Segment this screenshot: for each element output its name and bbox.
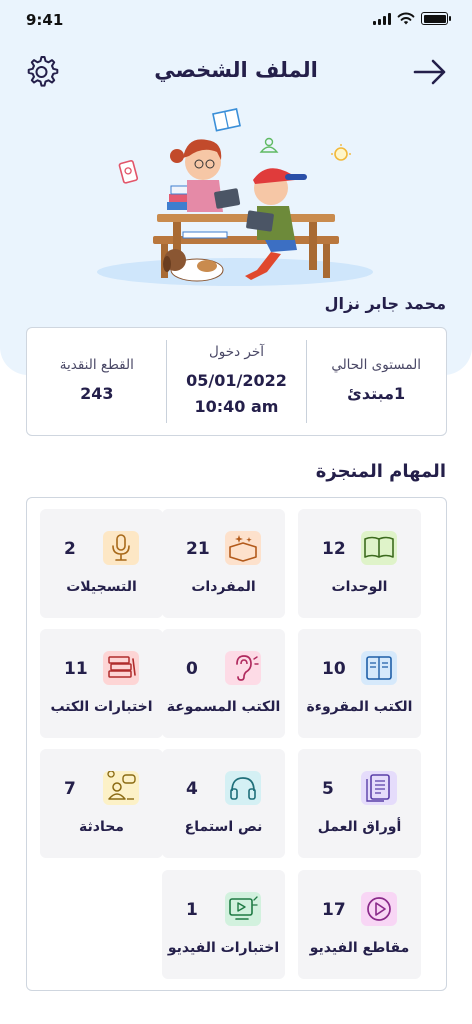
task-count: 1 <box>186 900 198 920</box>
worksheet-icon <box>361 771 397 805</box>
task-label: اختبارات الكتب <box>50 699 153 715</box>
task-label: نص استماع <box>184 819 263 835</box>
book-stars-icon <box>225 531 261 565</box>
section-title-tasks: المهام المنجزة <box>315 461 446 482</box>
status-time: 9:41 <box>26 11 64 29</box>
task-count: 10 <box>322 659 346 679</box>
tasks-card: 12 الوحدات 21 المفردات 2 التسجيلات 10 الكتب الم… <box>26 497 447 991</box>
stat-value: 1مبتدئ <box>347 383 406 403</box>
open-book-icon <box>361 531 397 565</box>
stat-label: آخر دخول <box>209 343 264 360</box>
task-label: الوحدات <box>331 579 388 595</box>
task-tile[interactable]: 11 اختبارات الكتب <box>40 629 163 738</box>
task-count: 11 <box>64 659 88 679</box>
task-label: أوراق العمل <box>317 819 402 835</box>
task-tile[interactable]: 5 أوراق العمل <box>298 749 421 858</box>
header: الملف الشخصي <box>0 50 472 94</box>
arrow-right-icon <box>413 59 446 85</box>
task-label: محادثة <box>79 819 124 835</box>
task-tile[interactable]: 10 الكتب المقروءة <box>298 629 421 738</box>
task-tile[interactable]: 21 المفردات <box>162 509 285 618</box>
task-label: الكتب المقروءة <box>306 699 413 715</box>
task-count: 0 <box>186 659 198 679</box>
task-label: المفردات <box>191 579 256 595</box>
play-circle-icon <box>361 892 397 926</box>
books-stack-icon <box>103 651 139 685</box>
task-count: 7 <box>64 779 76 799</box>
status-bar: 9:41 <box>0 0 472 42</box>
task-tile[interactable]: 4 نص استماع <box>162 749 285 858</box>
chat-people-icon <box>103 771 139 805</box>
stat-current-level: المستوى الحالي 1مبتدئ <box>306 328 446 435</box>
task-tile[interactable]: 12 الوحدات <box>298 509 421 618</box>
task-count: 5 <box>322 779 334 799</box>
task-tile[interactable]: 2 التسجيلات <box>40 509 163 618</box>
task-tile[interactable]: 7 محادثة <box>40 749 163 858</box>
stat-coins: القطع النقدية 243 <box>27 328 167 435</box>
stat-label: القطع النقدية <box>59 356 134 373</box>
task-count: 21 <box>186 539 210 559</box>
task-tile[interactable]: 1 اختبارات الفيديو <box>162 870 285 979</box>
page-title: الملف الشخصي <box>154 58 318 82</box>
task-label: التسجيلات <box>66 579 137 595</box>
task-label: الكتب المسموعة <box>166 699 281 715</box>
kids-reading-illustration <box>97 108 373 286</box>
back-button[interactable] <box>412 55 448 89</box>
battery-icon <box>421 12 451 25</box>
task-tile[interactable]: 17 مقاطع الفيديو <box>298 870 421 979</box>
stat-value: 05/01/2022 10:40 am <box>186 370 287 416</box>
cellular-signal-icon <box>373 12 391 25</box>
ear-icon <box>225 651 261 685</box>
stats-card: المستوى الحالي 1مبتدئ آخر دخول 05/01/202… <box>26 327 447 436</box>
user-name: محمد جابر نزال <box>324 294 446 313</box>
wifi-icon <box>397 12 415 25</box>
task-label: اختبارات الفيديو <box>167 940 280 956</box>
task-tile[interactable]: 0 الكتب المسموعة <box>162 629 285 738</box>
stat-value: 243 <box>80 383 114 403</box>
task-count: 12 <box>322 539 346 559</box>
stat-last-login: آخر دخول 05/01/2022 10:40 am <box>167 328 307 435</box>
stat-label: المستوى الحالي <box>331 356 421 373</box>
reading-book-icon <box>361 651 397 685</box>
task-count: 2 <box>64 539 76 559</box>
headphones-icon <box>225 771 261 805</box>
task-label: مقاطع الفيديو <box>309 940 410 956</box>
status-icons <box>373 12 451 25</box>
task-count: 4 <box>186 779 198 799</box>
video-test-icon <box>225 892 261 926</box>
task-count: 17 <box>322 900 346 920</box>
microphone-icon <box>103 531 139 565</box>
